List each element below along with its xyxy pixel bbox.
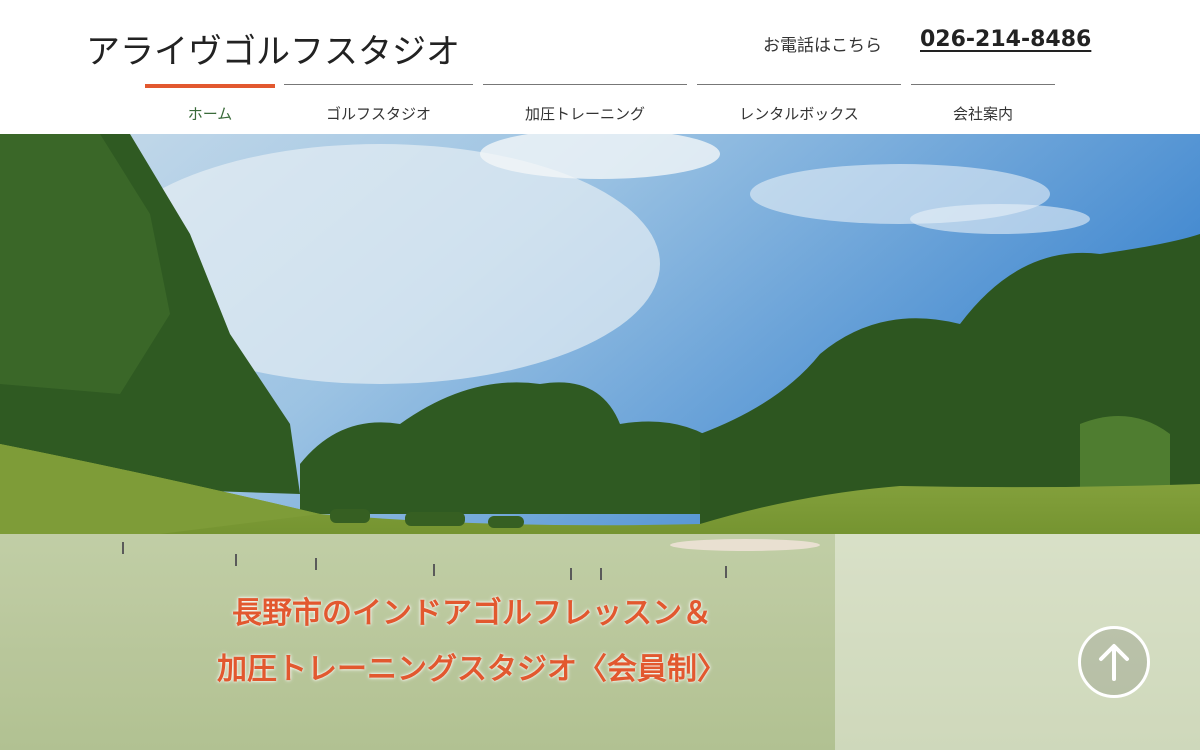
nav-item-home[interactable]: ホーム: [145, 84, 275, 134]
nav-item-label: ホーム: [187, 105, 233, 123]
hero-headline: 長野市のインドアゴルフレッスン＆ 加圧トレーニングスタジオ〈会員制〉: [112, 586, 832, 698]
phone-number-link[interactable]: 026-214-8486: [920, 27, 1091, 52]
phone-label: お電話はこちら: [763, 36, 882, 56]
arrow-up-icon: [1099, 644, 1129, 681]
hero-headline-line1: 長野市のインドアゴルフレッスン＆: [232, 596, 712, 631]
site-title[interactable]: アライヴゴルフスタジオ: [86, 24, 460, 73]
nav-item-rental-box[interactable]: レンタルボックス: [697, 84, 901, 134]
main-nav: ホーム ゴルフスタジオ 加圧トレーニング レンタルボックス 会社案内: [0, 84, 1200, 134]
nav-item-pressure-training[interactable]: 加圧トレーニング: [483, 84, 687, 134]
nav-item-label: レンタルボックス: [739, 105, 859, 123]
scroll-to-top-button[interactable]: [1078, 626, 1150, 698]
nav-item-label: 会社案内: [952, 105, 1013, 123]
site-header: アライヴゴルフスタジオ お電話はこちら 026-214-8486 ホーム ゴルフ…: [0, 0, 1200, 134]
hero-section: 長野市のインドアゴルフレッスン＆ 加圧トレーニングスタジオ〈会員制〉: [0, 134, 1200, 750]
nav-item-company[interactable]: 会社案内: [911, 84, 1055, 134]
nav-item-golf-studio[interactable]: ゴルフスタジオ: [284, 84, 473, 134]
nav-item-label: ゴルフスタジオ: [325, 105, 431, 123]
nav-item-label: 加圧トレーニング: [524, 105, 645, 123]
hero-headline-line2: 加圧トレーニングスタジオ〈会員制〉: [217, 652, 727, 687]
